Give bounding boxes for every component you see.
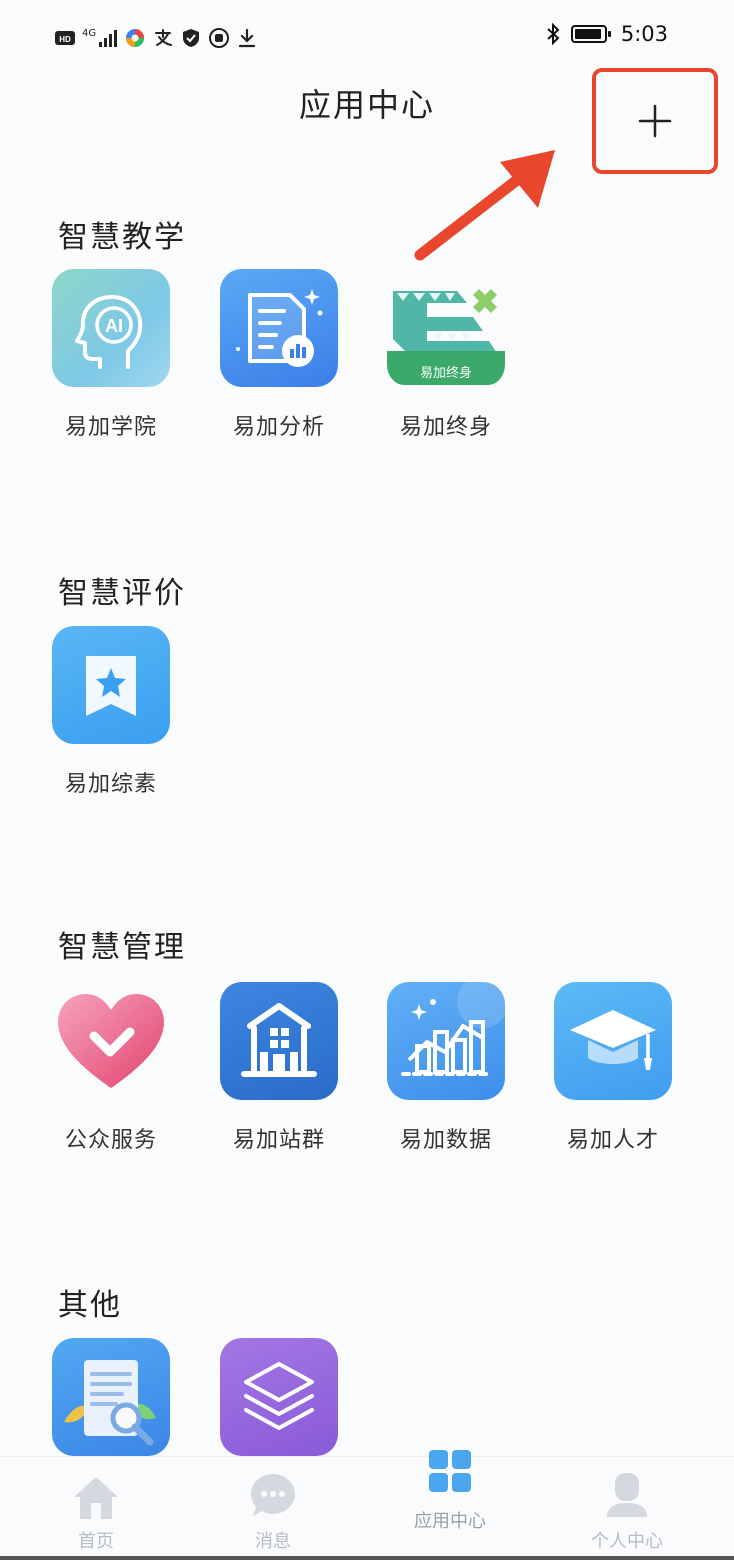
user-icon xyxy=(607,1473,647,1517)
app-yijia-lifelong[interactable]: 易加终身 易加终身 xyxy=(387,269,507,441)
app-yijia-site-group[interactable]: 易加站群 xyxy=(220,982,340,1154)
app-label: 易加人才 xyxy=(566,1128,659,1153)
shield-icon xyxy=(183,29,200,47)
section-title-other: 其他 xyxy=(58,1288,122,1323)
network-label: 4G xyxy=(82,27,97,39)
grid-icon xyxy=(429,1450,471,1492)
status-bar: HD 4G 5:03 xyxy=(0,0,734,72)
app-label: 易加综素 xyxy=(64,772,157,797)
clock: 5:03 xyxy=(620,22,668,46)
app-yijia-data[interactable]: 易加数据 xyxy=(387,982,507,1154)
hand-block-icon xyxy=(209,28,230,48)
section-title-evaluation: 智慧评价 xyxy=(58,576,186,611)
svg-text:HD: HD xyxy=(59,35,71,44)
bar-chart-icon xyxy=(387,982,505,1100)
alipay-icon xyxy=(155,29,173,46)
tab-app-center[interactable]: 应用中心 xyxy=(380,1450,520,1557)
report-chart-icon xyxy=(220,269,338,387)
app-label: 易加站群 xyxy=(232,1128,325,1153)
battery-icon xyxy=(570,25,611,43)
bluetooth-icon xyxy=(547,23,560,45)
app-yijia-talent[interactable]: 易加人才 xyxy=(554,982,674,1154)
app-label: 易加终身 xyxy=(399,415,492,440)
lifelong-logo-icon: 易加终身 xyxy=(387,269,505,387)
status-right: 5:03 xyxy=(545,22,668,46)
tab-home[interactable]: 首页 xyxy=(26,1457,166,1557)
building-icon xyxy=(220,982,338,1100)
tab-label: 首页 xyxy=(78,1531,114,1552)
home-icon xyxy=(74,1477,118,1519)
svg-text:AI: AI xyxy=(105,316,123,336)
app-label: 易加学院 xyxy=(64,415,157,440)
app-public-service[interactable]: 公众服务 xyxy=(52,982,172,1154)
tab-label: 应用中心 xyxy=(414,1511,486,1532)
status-icons: HD 4G xyxy=(54,24,258,52)
add-button[interactable] xyxy=(592,68,718,174)
download-icon xyxy=(239,28,256,48)
lifelong-icon-text: 易加终身 xyxy=(420,365,472,381)
app-label: 易加数据 xyxy=(399,1128,492,1153)
colorful-app-icon xyxy=(126,29,145,47)
plus-icon xyxy=(638,104,672,138)
app-layers[interactable] xyxy=(220,1338,340,1456)
annotation-arrow-icon xyxy=(414,150,555,261)
signal-icon xyxy=(99,30,118,47)
app-document-search[interactable] xyxy=(52,1338,172,1456)
app-yijia-analysis[interactable]: 易加分析 xyxy=(220,269,340,441)
tab-profile[interactable]: 个人中心 xyxy=(557,1457,697,1557)
tab-messages[interactable]: 消息 xyxy=(203,1457,343,1557)
app-label: 公众服务 xyxy=(64,1128,157,1153)
document-search-icon xyxy=(52,1338,170,1456)
screen-bottom-edge xyxy=(0,1556,734,1560)
tab-label: 个人中心 xyxy=(591,1531,663,1552)
heart-check-icon xyxy=(52,982,170,1100)
section-title-teaching: 智慧教学 xyxy=(58,220,186,255)
app-yijia-comprehensive[interactable]: 易加综素 xyxy=(52,626,172,798)
message-icon xyxy=(251,1474,295,1516)
graduation-cap-icon xyxy=(554,982,672,1100)
star-bookmark-icon xyxy=(52,626,170,744)
section-title-management: 智慧管理 xyxy=(58,930,186,965)
layers-icon xyxy=(220,1338,338,1456)
bottom-tab-bar: 首页 消息 应用中心 个人中心 xyxy=(0,1450,734,1560)
app-yijia-academy[interactable]: AI 易加学院 xyxy=(52,269,172,441)
app-label: 易加分析 xyxy=(232,415,325,440)
hd-icon: HD xyxy=(55,31,75,45)
ai-head-icon: AI xyxy=(52,269,170,387)
tab-label: 消息 xyxy=(255,1531,291,1552)
